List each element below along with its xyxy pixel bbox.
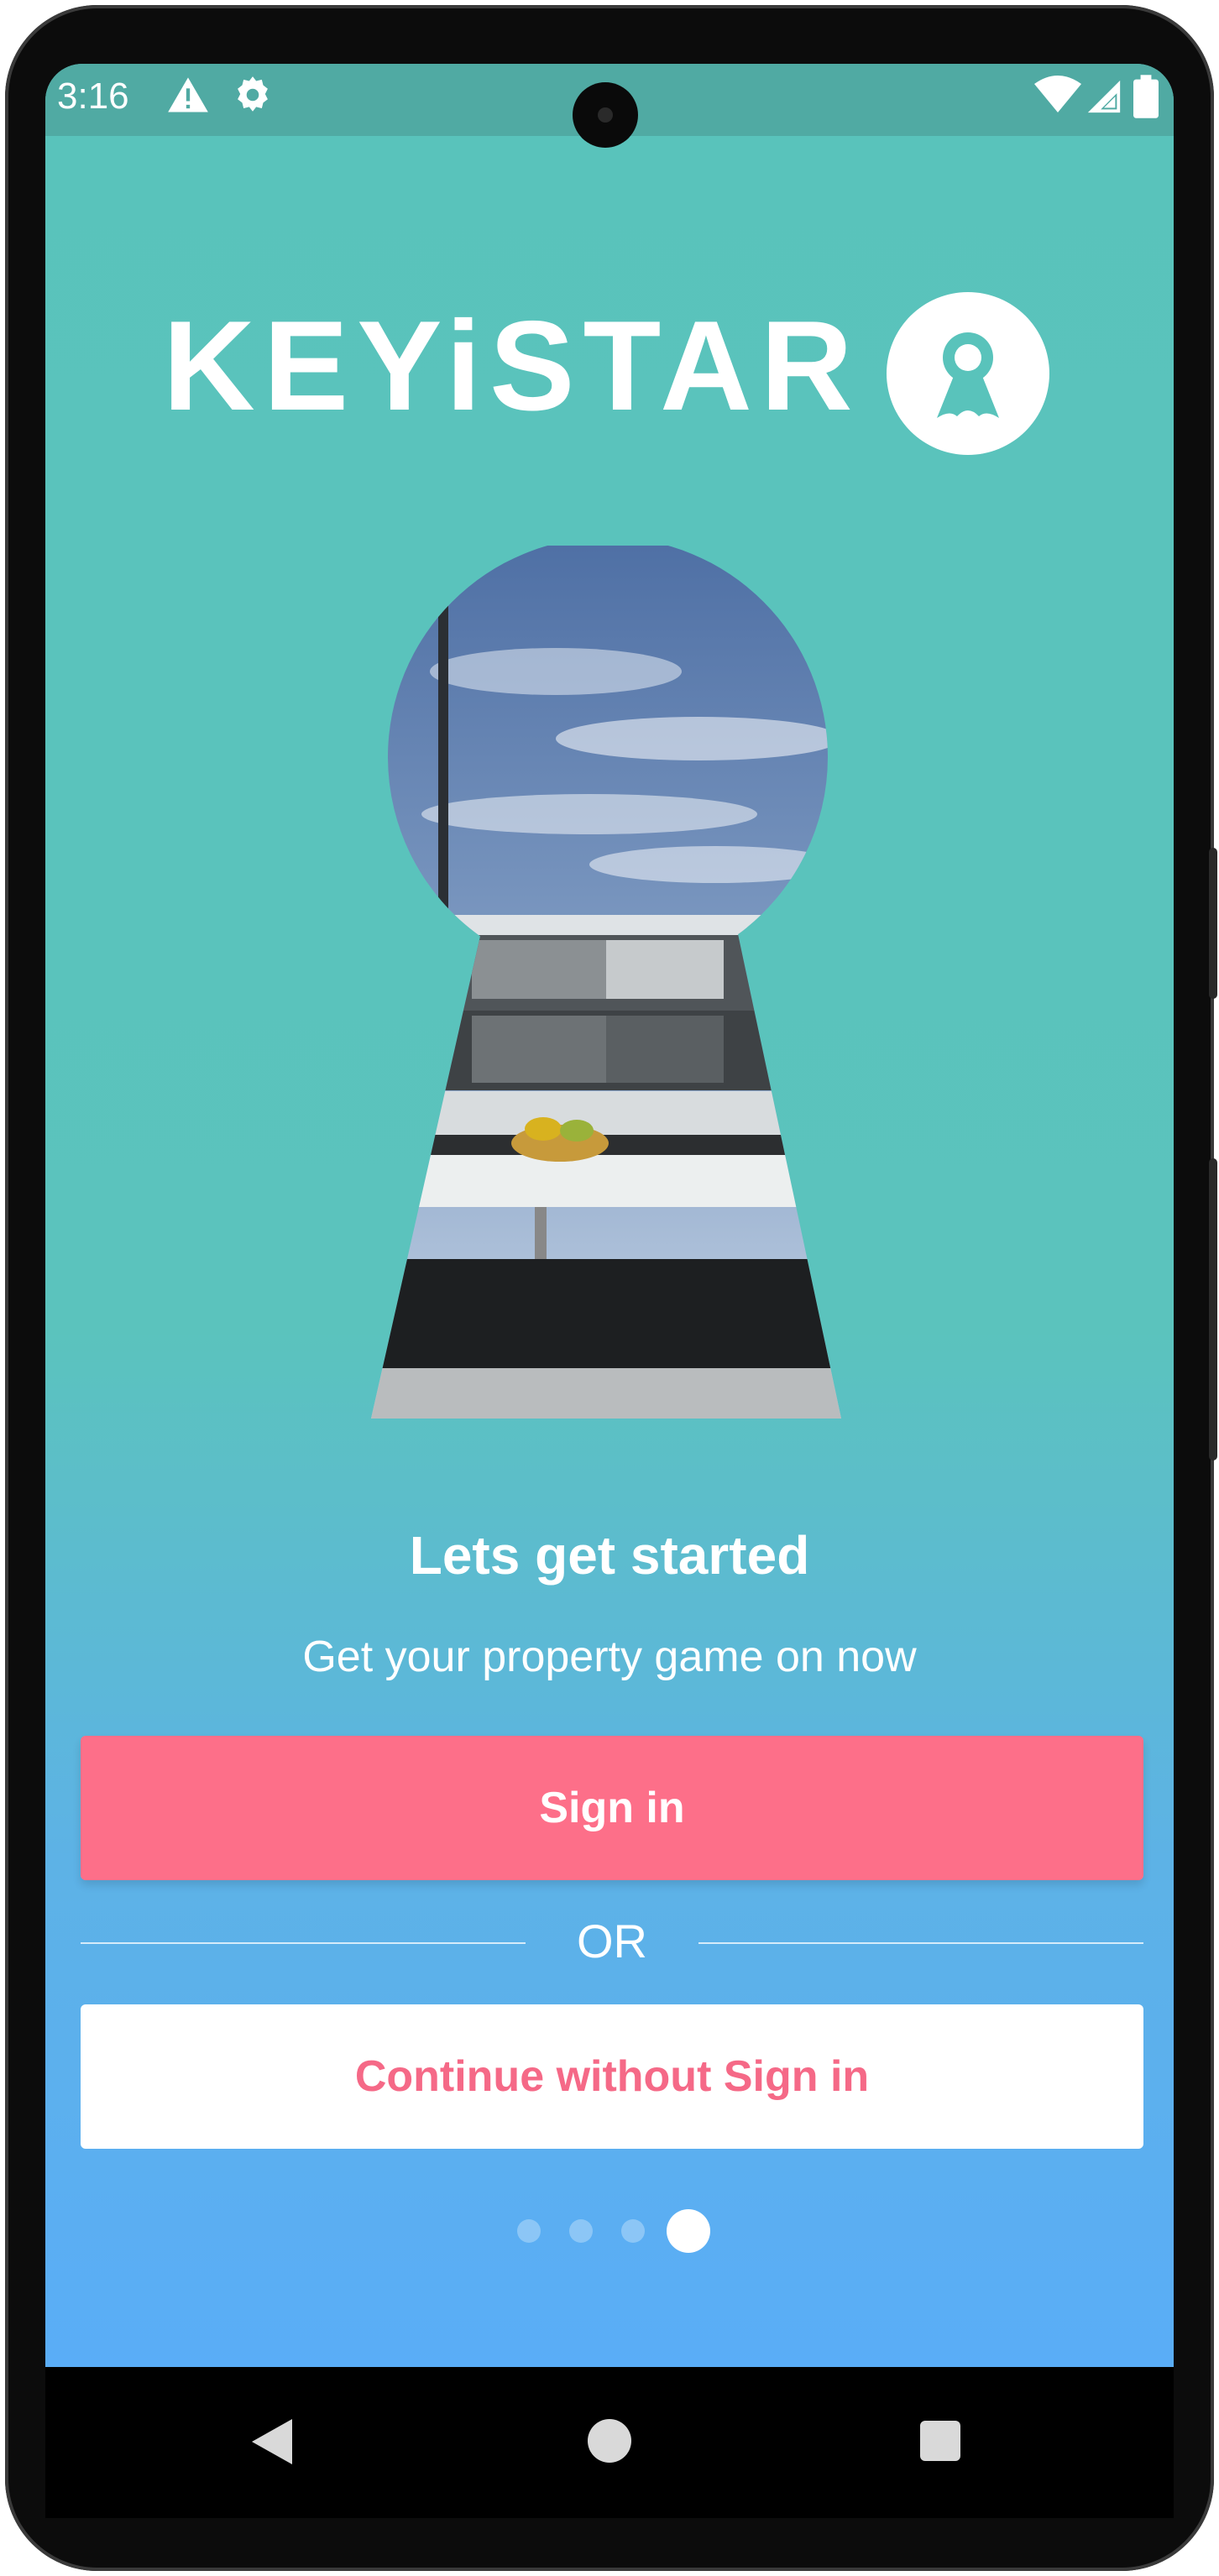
system-nav-bar: [45, 2367, 1174, 2518]
status-time: 3:16: [57, 76, 129, 117]
cell-signal-icon: [1085, 77, 1123, 120]
onboarding-title: Lets get started: [409, 1525, 810, 1586]
recents-square-icon[interactable]: [918, 2419, 962, 2467]
back-triangle-icon[interactable]: [249, 2416, 296, 2472]
settings-gear-icon: [232, 74, 274, 120]
wifi-icon: [1034, 76, 1081, 120]
home-circle-icon[interactable]: [586, 2417, 633, 2469]
onboarding-subtitle: Get your property game on now: [302, 1633, 917, 1681]
or-divider: OR: [81, 1909, 1143, 1976]
page-dot-2[interactable]: [569, 2219, 593, 2243]
page-dot-4-active[interactable]: [667, 2209, 710, 2253]
power-button: [1209, 848, 1217, 999]
volume-button: [1209, 1158, 1217, 1460]
brand-logo-text: KEYiSTAR: [163, 295, 861, 437]
battery-icon: [1133, 74, 1159, 123]
continue-without-sign-in-button[interactable]: Continue without Sign in: [81, 2004, 1143, 2149]
sign-in-button[interactable]: Sign in: [81, 1736, 1143, 1880]
app-screen: 3:16 KEYiSTAR Lets get started Get your …: [45, 64, 1174, 2367]
page-dot-1[interactable]: [517, 2219, 541, 2243]
front-camera: [573, 82, 638, 148]
warning-icon: [166, 74, 210, 122]
keyhole-logo-icon: [887, 292, 1049, 455]
page-dot-3[interactable]: [621, 2219, 645, 2243]
or-label: OR: [577, 1915, 647, 1967]
keyhole-illustration: [371, 546, 848, 1423]
